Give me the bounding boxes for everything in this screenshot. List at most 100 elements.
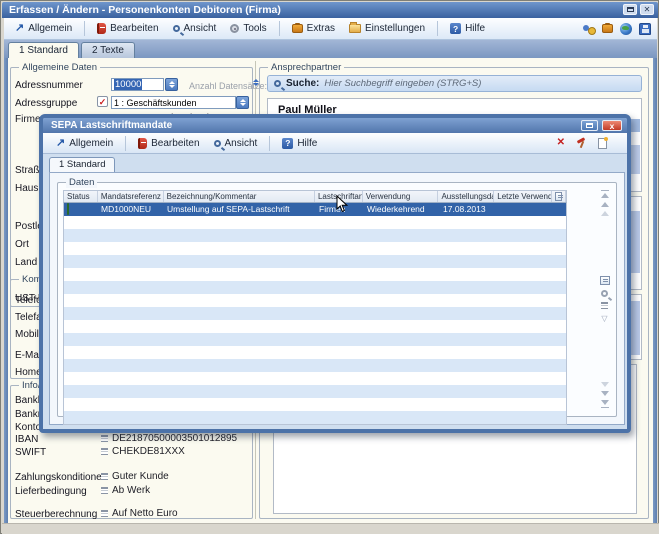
save-icon[interactable] (639, 23, 651, 35)
grid-icon[interactable] (600, 276, 610, 285)
lieferbedingung-label: Lieferbedingung (15, 486, 87, 497)
dialog-close-icon[interactable]: x (602, 120, 622, 131)
table-row-empty[interactable] (63, 333, 567, 346)
menu-hilfe[interactable]: ? Hilfe (445, 21, 490, 36)
col-letzte-verwendung[interactable]: Letzte Verwendung (494, 191, 552, 202)
toolbar-separator (84, 21, 85, 36)
contact-search[interactable]: Suche: Hier Suchbegriff eingeben (STRG+S… (267, 75, 642, 92)
col-verwendung[interactable]: Verwendung (363, 191, 439, 202)
menu-label: Ansicht (225, 138, 258, 149)
table-row-empty[interactable] (63, 411, 567, 424)
main-menubar: ↗ Allgemein Bearbeiten Ansicht Tools Ext… (4, 18, 657, 40)
menu-bearbeiten[interactable]: Bearbeiten (92, 21, 163, 36)
group-daten: Daten Status Mandatsreferenz Bezeichnung… (57, 182, 617, 417)
col-bezeichnung[interactable]: Bezeichnung/Kommentar (164, 191, 315, 202)
adressnummer-spinner[interactable] (165, 78, 178, 91)
dialog-titlebar[interactable]: SEPA Lastschriftmandate (43, 118, 627, 133)
table-nav-strip: ▽ (598, 190, 611, 410)
dialog-tab-standard[interactable]: 1 Standard (49, 157, 115, 172)
table-row-selected[interactable]: MD1000NEU Umstellung auf SEPA-Lastschrif… (63, 203, 567, 216)
table-row-empty[interactable] (63, 307, 567, 320)
main-titlebar[interactable]: Erfassen / Ändern - Personenkonten Debit… (2, 2, 658, 18)
table-row-empty[interactable] (63, 294, 567, 307)
menu-einstellungen[interactable]: Einstellungen (344, 21, 430, 36)
mandatsreferenz-cell: MD1000NEU (98, 203, 164, 216)
view-icon (173, 25, 180, 32)
last-row-icon[interactable] (601, 407, 609, 408)
help-icon: ? (450, 23, 461, 34)
col-lastschriftart[interactable]: Lastschriftart (315, 191, 363, 202)
gear-icon (230, 24, 239, 33)
table-row-empty[interactable] (63, 268, 567, 281)
table-row-empty[interactable] (63, 229, 567, 242)
bezeichnung-cell: Umstellung auf SEPA-Lastschrift (164, 203, 316, 216)
dialog-menu-allgemein[interactable]: ↗ Allgemein (51, 136, 118, 151)
adressgruppe-dropdown[interactable] (236, 96, 249, 109)
main-tabstrip: 1 Standard 2 Texte (4, 40, 657, 58)
table-row-empty[interactable] (63, 398, 567, 411)
col-mandatsreferenz[interactable]: Mandatsreferenz (98, 191, 164, 202)
spin-up-icon (240, 99, 246, 102)
new-document-icon[interactable] (598, 138, 607, 149)
col-ausstellungsdatum[interactable]: Ausstellungsdatum (438, 191, 494, 202)
adressgruppe-select[interactable]: 1 : Geschäftskunden (111, 96, 236, 109)
dialog-panel: Daten Status Mandatsreferenz Bezeichnung… (49, 172, 625, 425)
check-glyph: ✓ (99, 97, 107, 107)
page-down-icon[interactable] (601, 391, 609, 396)
table-row-empty[interactable] (63, 216, 567, 229)
column-chooser-button[interactable] (552, 191, 566, 202)
window-border-right (653, 58, 657, 523)
table-row-empty[interactable] (63, 255, 567, 268)
zoom-icon[interactable] (601, 290, 608, 297)
toolbar-separator (279, 21, 280, 36)
adressgruppe-checkbox[interactable]: ✓ (97, 96, 108, 107)
settings-icon (349, 24, 361, 33)
menu-label: Hilfe (297, 138, 317, 149)
table-row-empty[interactable] (63, 281, 567, 294)
briefcase-icon[interactable] (602, 24, 613, 33)
table-row-empty[interactable] (63, 385, 567, 398)
dialog-menu-bearbeiten[interactable]: Bearbeiten (133, 136, 204, 151)
window-border-left (4, 58, 8, 523)
menu-allgemein[interactable]: ↗ Allgemein (10, 21, 77, 36)
table-row-empty[interactable] (63, 359, 567, 372)
dialog-menu-hilfe[interactable]: ? Hilfe (277, 136, 322, 151)
page-up-icon[interactable] (601, 202, 609, 207)
globe-icon[interactable] (620, 23, 632, 35)
filter-icon[interactable]: ▽ (601, 314, 607, 323)
edit-icon (138, 138, 147, 149)
adressnummer-input[interactable]: 10000 (111, 78, 164, 91)
maximize-icon[interactable] (623, 4, 637, 15)
close-icon[interactable]: ✕ (640, 4, 654, 15)
tab-standard[interactable]: 1 Standard (8, 42, 79, 58)
edit-icon (97, 23, 106, 34)
users-icon[interactable] (582, 23, 595, 34)
dialog-restore-icon[interactable] (581, 120, 598, 131)
first-row-icon[interactable] (601, 190, 609, 191)
table-row-empty[interactable] (63, 372, 567, 385)
table-row-empty[interactable] (63, 346, 567, 359)
col-status[interactable]: Status (64, 191, 98, 202)
row-up-icon[interactable] (601, 211, 609, 216)
record-spinner-icon[interactable] (253, 79, 259, 86)
status-cell (64, 203, 98, 216)
menu-tools[interactable]: Tools (225, 21, 271, 36)
adressgruppe-value: 1 : Geschäftskunden (114, 98, 197, 108)
dialog-menu-ansicht[interactable]: Ansicht (209, 136, 263, 151)
first-row-icon[interactable] (601, 193, 609, 198)
toolbar-separator (437, 21, 438, 36)
table-row-empty[interactable] (63, 242, 567, 255)
delete-icon[interactable]: ✕ (557, 138, 565, 148)
table-row-empty[interactable] (63, 320, 567, 333)
menu-extras[interactable]: Extras (287, 21, 340, 36)
tab-texte[interactable]: 2 Texte (81, 42, 135, 58)
menu-ansicht[interactable]: Ansicht (168, 21, 222, 36)
menu-label: Bearbeiten (110, 23, 158, 34)
hammer-icon[interactable] (576, 138, 587, 149)
row-down-icon[interactable] (601, 382, 609, 387)
mandate-table-header[interactable]: Status Mandatsreferenz Bezeichnung/Komme… (63, 190, 567, 203)
sort-icon[interactable] (601, 302, 608, 309)
last-row-icon[interactable] (601, 400, 609, 405)
spin-down-icon (240, 103, 246, 106)
value-icon (101, 510, 108, 517)
